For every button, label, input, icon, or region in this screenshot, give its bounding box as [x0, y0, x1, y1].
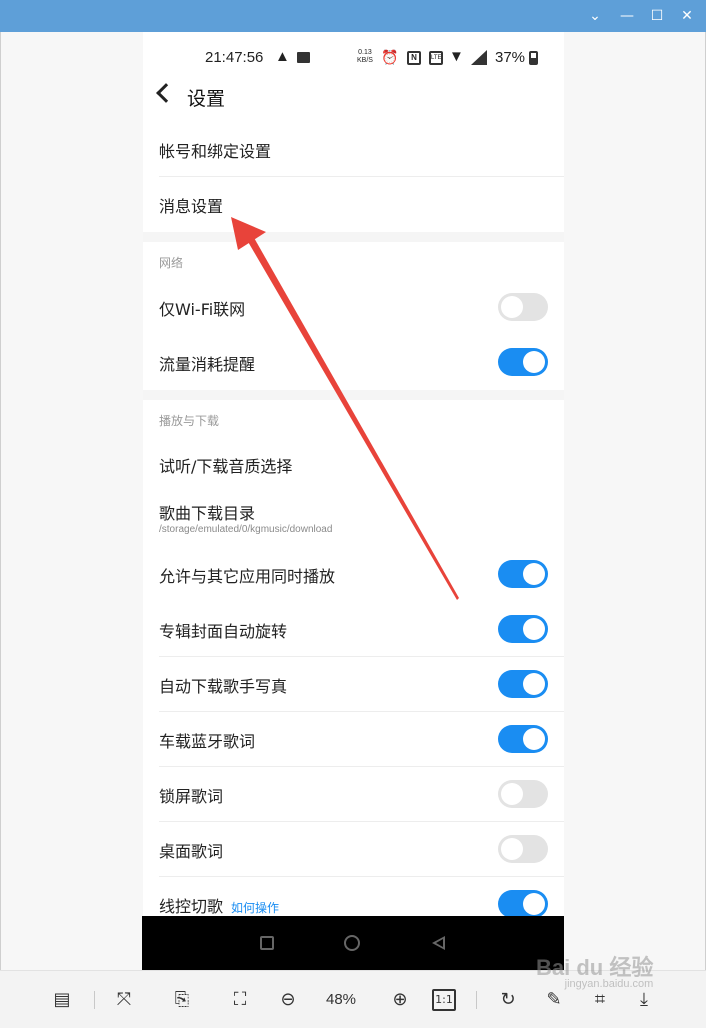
image-icon	[297, 52, 310, 63]
section-title-network: 网络	[159, 256, 184, 270]
chevron-down-icon[interactable]: ⌄	[584, 6, 606, 26]
toggle-switch[interactable]	[498, 615, 548, 643]
toggle-knob	[501, 838, 523, 860]
back-icon[interactable]	[432, 936, 445, 950]
row-label: 车载蓝牙歌词	[159, 732, 256, 751]
layout-icon[interactable]: ▤	[50, 989, 74, 1011]
lte-icon: LTE	[429, 51, 443, 65]
row-wifi-only[interactable]: 仅Wi-Fi联网	[143, 280, 564, 335]
row-label: 允许与其它应用同时播放	[159, 567, 336, 586]
toggle-knob	[523, 728, 545, 750]
separator	[94, 991, 95, 1009]
edit-icon[interactable]: ✎	[542, 989, 566, 1011]
rotate-icon[interactable]: ↻	[496, 989, 520, 1011]
toggle-knob	[523, 618, 545, 640]
signal-icon	[471, 50, 487, 65]
row-lockscreen-lyrics[interactable]: 锁屏歌词	[143, 767, 564, 822]
status-bar: 21:47:56 ▲ 0.13 KB/S ⏰ N LTE ▼ 37%	[143, 46, 564, 70]
warning-icon: ▲	[275, 48, 290, 65]
maximize-icon[interactable]: ☐	[646, 6, 668, 26]
toggle-switch[interactable]	[498, 348, 548, 376]
row-label: 试听/下载音质选择	[159, 457, 293, 476]
toggle-switch[interactable]	[498, 560, 548, 588]
crop-icon[interactable]: ⌗	[588, 989, 612, 1011]
toggle-switch[interactable]	[498, 780, 548, 808]
row-label: 仅Wi-Fi联网	[159, 300, 246, 319]
toggle-switch[interactable]	[498, 670, 548, 698]
phone-screenshot: 21:47:56 ▲ 0.13 KB/S ⏰ N LTE ▼ 37% 设置 帐号…	[143, 32, 564, 970]
section-gap	[143, 232, 564, 242]
minimize-icon[interactable]: —	[616, 6, 638, 26]
download-icon[interactable]: ⤓	[632, 989, 656, 1011]
toggle-switch[interactable]	[498, 890, 548, 918]
status-time: 21:47:56	[205, 49, 264, 66]
actual-size-icon[interactable]: ⛶	[228, 989, 252, 1011]
row-label: 流量消耗提醒	[159, 355, 256, 374]
battery-percent: 37%	[495, 49, 526, 66]
zoom-in-icon[interactable]: ⊕	[388, 989, 412, 1011]
nfc-icon: N	[407, 51, 421, 65]
baidu-watermark: Bai du 经验 jingyan.baidu.com	[536, 955, 654, 990]
page-title: 设置	[187, 88, 226, 110]
row-account-binding[interactable]: 帐号和绑定设置	[143, 122, 564, 177]
toggle-switch[interactable]	[498, 835, 548, 863]
row-label: 专辑封面自动旋转	[159, 622, 288, 641]
row-label: 线控切歌 如何操作	[159, 893, 279, 917]
home-icon[interactable]	[344, 935, 360, 951]
toggle-knob	[523, 351, 545, 373]
section-gap	[143, 390, 564, 400]
row-quality-select[interactable]: 试听/下载音质选择	[143, 437, 564, 492]
toggle-knob	[523, 563, 545, 585]
recents-icon[interactable]	[260, 936, 274, 950]
row-label: 锁屏歌词	[159, 787, 224, 806]
ocr-icon[interactable]: ⎘	[170, 989, 194, 1011]
zoom-out-icon[interactable]: ⊖	[276, 989, 300, 1011]
row-sublabel: /storage/emulated/0/kgmusic/download	[159, 524, 333, 535]
fit-icon[interactable]: ⤧	[112, 989, 136, 1011]
separator	[476, 991, 477, 1009]
row-album-rotate[interactable]: 专辑封面自动旋转	[143, 602, 564, 657]
android-nav-bar	[142, 916, 564, 970]
row-desktop-lyrics[interactable]: 桌面歌词	[143, 822, 564, 877]
row-traffic-alert[interactable]: 流量消耗提醒	[143, 335, 564, 390]
row-label: 桌面歌词	[159, 842, 224, 861]
toggle-switch[interactable]	[498, 293, 548, 321]
section-title-playback: 播放与下载	[159, 414, 220, 428]
toggle-knob	[523, 893, 545, 915]
close-icon[interactable]: ✕	[676, 6, 698, 26]
row-artist-photo[interactable]: 自动下载歌手写真	[143, 657, 564, 712]
row-simultaneous-play[interactable]: 允许与其它应用同时播放	[143, 547, 564, 602]
toggle-knob	[523, 673, 545, 695]
toggle-switch[interactable]	[498, 725, 548, 753]
how-to-link[interactable]: 如何操作	[231, 901, 279, 915]
one-to-one-button[interactable]: 1:1	[432, 989, 456, 1011]
row-message-settings[interactable]: 消息设置	[143, 177, 564, 232]
back-arrow-icon[interactable]	[156, 83, 176, 103]
settings-header: 设置	[143, 82, 564, 114]
alarm-icon: ⏰	[381, 49, 399, 65]
battery-icon	[529, 51, 538, 65]
toggle-knob	[501, 296, 523, 318]
row-label: 帐号和绑定设置	[159, 142, 272, 161]
net-speed: 0.13 KB/S	[357, 49, 373, 64]
row-label: 自动下载歌手写真	[159, 677, 288, 696]
window-titlebar: ⌄ — ☐ ✕	[0, 0, 706, 32]
zoom-level: 48%	[326, 991, 357, 1008]
wifi-icon: ▼	[449, 48, 464, 65]
toggle-knob	[501, 783, 523, 805]
row-car-bt-lyrics[interactable]: 车载蓝牙歌词	[143, 712, 564, 767]
row-label: 歌曲下载目录	[159, 504, 256, 523]
row-label: 消息设置	[159, 197, 224, 216]
row-download-dir[interactable]: 歌曲下载目录 /storage/emulated/0/kgmusic/downl…	[143, 487, 564, 547]
row-label-text: 线控切歌	[159, 897, 224, 916]
